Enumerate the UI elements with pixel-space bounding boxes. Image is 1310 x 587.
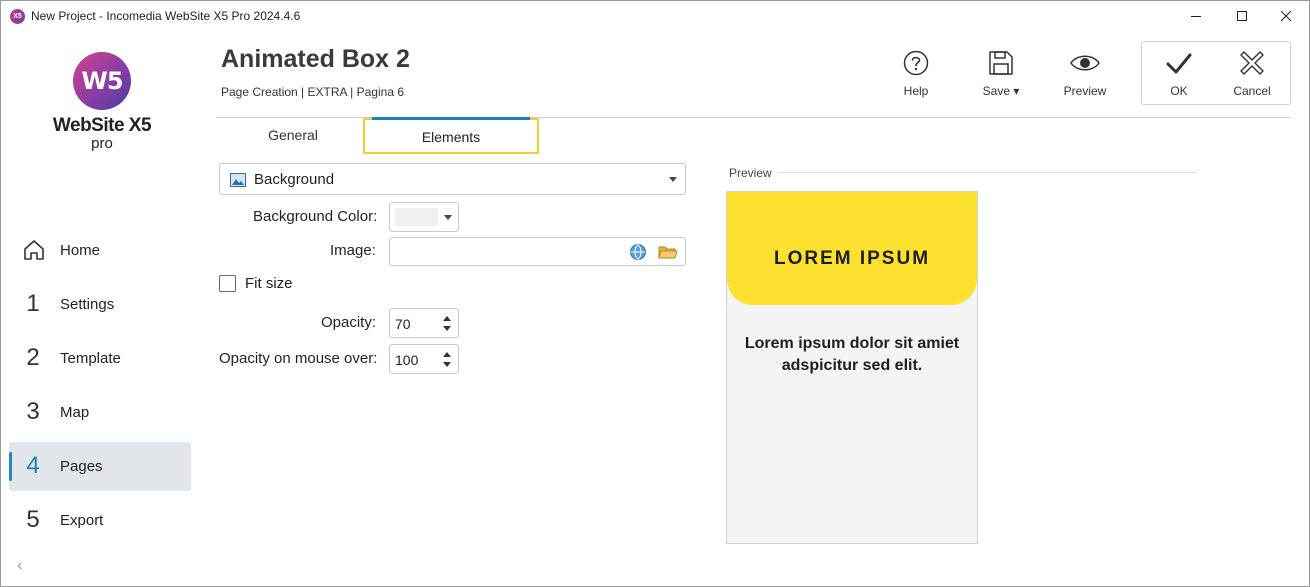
help-label: Help — [903, 84, 929, 98]
sidebar-item-label: Settings — [60, 296, 115, 313]
help-icon — [903, 50, 929, 76]
sidebar-item-home[interactable]: Home — [9, 226, 191, 275]
opacity-hover-label: Opacity on mouse over: — [219, 350, 378, 367]
app-window: X5 New Project - Incomedia WebSite X5 Pr… — [0, 0, 1310, 587]
image-background-icon — [230, 173, 246, 187]
step-number: 2 — [26, 344, 40, 371]
help-button[interactable]: Help — [881, 46, 951, 102]
page-title: Animated Box 2 — [221, 45, 410, 73]
preview-title: LOREM IPSUM — [773, 248, 931, 269]
sidebar-item-map[interactable]: 3 Map — [9, 388, 191, 437]
opacity-label: Opacity: — [321, 314, 377, 331]
fit-size-checkbox[interactable] — [219, 275, 236, 292]
color-swatch — [395, 208, 438, 226]
minimize-icon — [1191, 16, 1201, 17]
preview-button[interactable]: Preview — [1050, 46, 1120, 102]
cancel-label: Cancel — [1233, 84, 1271, 98]
sidebar-item-template[interactable]: 2 Template — [9, 334, 191, 383]
sidebar-item-label: Map — [60, 404, 90, 421]
decrement-arrow-icon[interactable] — [443, 362, 451, 367]
save-label: Save ▾ — [982, 84, 1020, 98]
cancel-x-icon — [1240, 51, 1264, 75]
tab-elements-label: Elements — [421, 129, 481, 145]
tab-general[interactable]: General — [218, 118, 368, 154]
folder-open-icon[interactable] — [658, 242, 678, 262]
increment-arrow-icon[interactable] — [443, 316, 451, 321]
logo-name: WebSite X5 — [52, 115, 152, 136]
breadcrumb: Page Creation | EXTRA | Pagina 6 — [221, 85, 405, 99]
sidebar-item-settings[interactable]: 1 Settings — [9, 280, 191, 329]
opacity-value: 70 — [395, 316, 411, 332]
app-icon: X5 — [10, 9, 25, 24]
image-input[interactable] — [389, 237, 686, 266]
ok-button[interactable]: OK — [1144, 46, 1214, 102]
image-label: Image: — [330, 242, 376, 259]
preview-header: LOREM IPSUM — [727, 192, 977, 305]
logo-edition: pro — [91, 135, 113, 152]
chevron-down-icon — [444, 215, 452, 220]
sidebar-item-pages[interactable]: 4 Pages — [9, 442, 191, 491]
preview-panel: LOREM IPSUM Lorem ipsum dolor sit amiet … — [726, 191, 978, 544]
opacity-stepper[interactable]: 70 — [389, 308, 459, 338]
opacity-hover-stepper[interactable]: 100 — [389, 344, 459, 374]
close-window-button[interactable] — [1263, 1, 1309, 32]
collapse-sidebar-icon[interactable]: ‹ — [17, 557, 22, 575]
sidebar-item-label: Home — [60, 242, 101, 259]
background-color-picker[interactable] — [389, 202, 459, 232]
section-select[interactable]: Background — [219, 163, 686, 195]
tab-elements[interactable]: Elements — [363, 117, 539, 154]
sidebar-item-label: Template — [60, 350, 121, 367]
checkmark-icon — [1166, 53, 1192, 74]
maximize-button[interactable] — [1219, 1, 1265, 32]
step-number: 4 — [26, 452, 40, 479]
home-icon — [24, 240, 44, 260]
minimize-button[interactable] — [1173, 1, 1219, 32]
maximize-icon — [1237, 11, 1247, 21]
fit-size-label: Fit size — [245, 275, 293, 292]
step-number: 3 — [26, 398, 40, 425]
sidebar-item-label: Export — [60, 512, 104, 529]
chevron-down-icon — [669, 177, 677, 182]
active-tab-indicator — [372, 117, 530, 120]
preview-section-label: Preview — [729, 166, 772, 180]
step-number: 5 — [26, 506, 40, 533]
save-icon — [989, 51, 1013, 75]
sidebar-item-export[interactable]: 5 Export — [9, 496, 191, 545]
close-icon — [1281, 11, 1292, 22]
globe-icon[interactable] — [628, 242, 648, 262]
background-color-label: Background Color: — [253, 208, 378, 225]
save-button[interactable]: Save ▾ — [966, 46, 1036, 102]
cancel-button[interactable]: Cancel — [1217, 46, 1287, 102]
increment-arrow-icon[interactable] — [443, 352, 451, 357]
preview-divider — [778, 172, 1196, 173]
window-title: New Project - Incomedia WebSite X5 Pro 2… — [31, 9, 301, 23]
logo-mark: W5 — [73, 52, 131, 110]
opacity-hover-value: 100 — [395, 352, 419, 368]
decrement-arrow-icon[interactable] — [443, 326, 451, 331]
ok-label: OK — [1170, 84, 1188, 98]
preview-label: Preview — [1063, 84, 1107, 98]
eye-icon — [1070, 55, 1100, 71]
preview-body-text: Lorem ipsum dolor sit amiet adspicitur s… — [744, 335, 960, 374]
active-indicator — [9, 452, 12, 481]
sidebar-item-label: Pages — [60, 458, 103, 475]
step-number: 1 — [26, 290, 40, 317]
section-select-value: Background — [254, 171, 335, 188]
